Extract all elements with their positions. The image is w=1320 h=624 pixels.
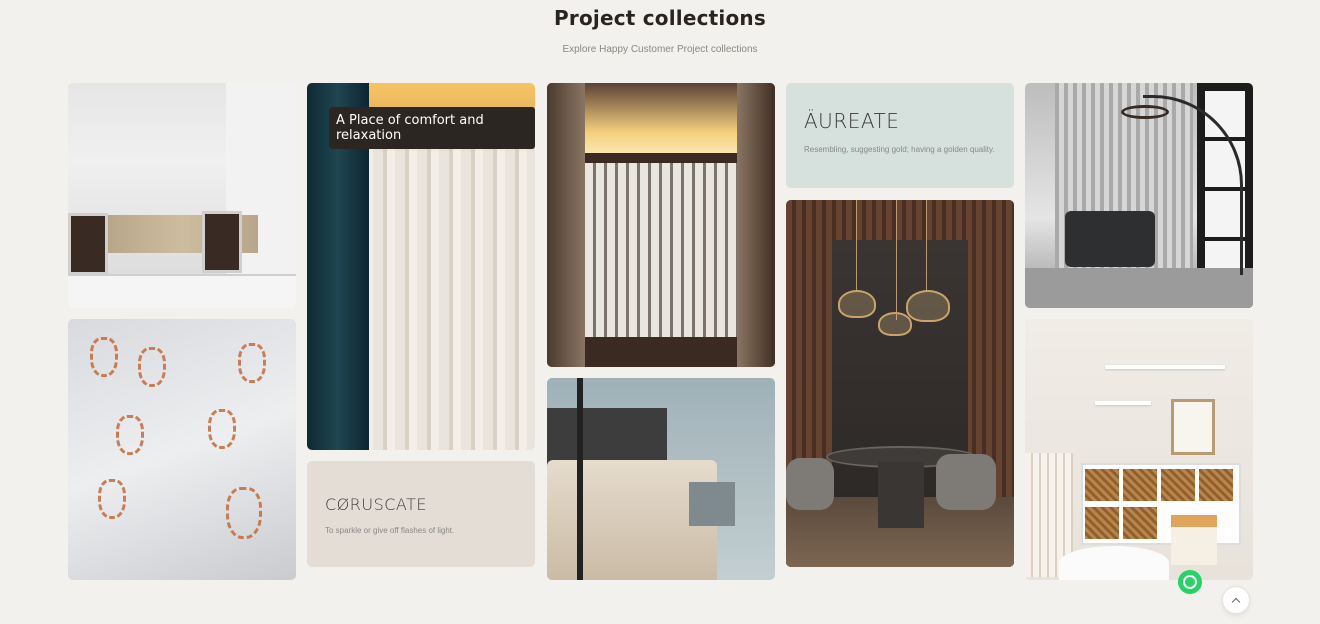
kitchen-card[interactable] xyxy=(68,83,296,308)
bedroom-photo xyxy=(547,378,775,580)
handprint-wall-photo xyxy=(68,319,296,580)
lounge-card[interactable] xyxy=(1025,83,1253,308)
lounge-chair-photo xyxy=(1025,83,1253,308)
whatsapp-icon[interactable] xyxy=(1178,570,1202,594)
kitchen-photo xyxy=(68,83,296,308)
dining-room-photo xyxy=(786,200,1014,567)
sheer-curtain-card[interactable] xyxy=(547,83,775,367)
coruscate-description: To sparkle or give off flashes of light. xyxy=(325,526,455,535)
section-header: Project collections Explore Happy Custom… xyxy=(0,6,1320,55)
handprints-card[interactable] xyxy=(68,319,296,580)
coruscate-card[interactable]: CØRUSCATE To sparkle or give off flashes… xyxy=(307,461,535,567)
dining-card[interactable] xyxy=(786,200,1014,567)
aureate-title: ÄUREATE xyxy=(804,109,900,133)
sheer-curtain-photo xyxy=(547,83,775,367)
bedroom-card[interactable] xyxy=(547,378,775,580)
section-title: Project collections xyxy=(554,6,766,30)
aureate-card[interactable]: ÄUREATE Resembling, suggesting gold; hav… xyxy=(786,83,1014,188)
chevron-up-icon xyxy=(1231,597,1241,606)
aureate-description: Resembling, suggesting gold; having a go… xyxy=(804,145,995,154)
nursery-photo xyxy=(1025,319,1253,580)
coruscate-title: CØRUSCATE xyxy=(325,495,428,514)
curtain-card[interactable]: A Place of comfort and relaxation xyxy=(307,83,535,450)
section-subtitle: Explore Happy Customer Project collectio… xyxy=(562,44,758,55)
nursery-card[interactable] xyxy=(1025,319,1253,580)
curtain-banner: A Place of comfort and relaxation xyxy=(329,107,535,149)
back-to-top-button[interactable] xyxy=(1222,586,1250,614)
